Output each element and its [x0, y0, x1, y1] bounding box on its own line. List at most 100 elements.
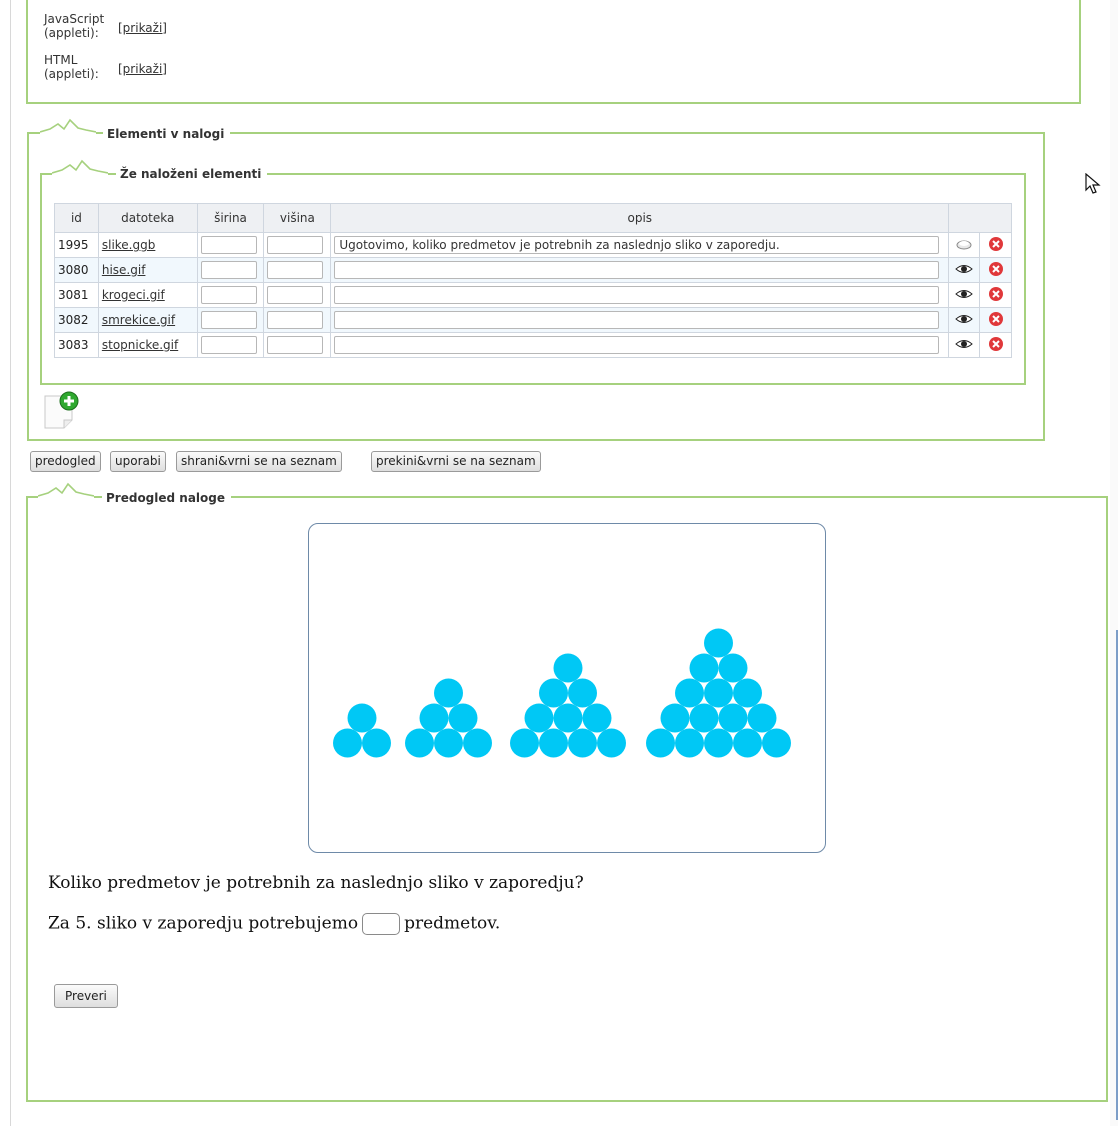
show-js-applets-link[interactable]: [prikaži] — [118, 21, 167, 35]
delete-icon[interactable] — [988, 286, 1004, 302]
visibility-cell — [948, 307, 981, 333]
row-width-cell — [196, 232, 265, 258]
eye-icon[interactable] — [955, 338, 973, 350]
pattern-circle — [704, 678, 733, 708]
row-file: krogeci.gif — [97, 282, 198, 308]
preview-legend: Predogled naloge — [102, 491, 232, 505]
delete-cell — [979, 332, 1012, 358]
show-html-applets-link[interactable]: [prikaži] — [118, 62, 167, 76]
preview-button[interactable]: predogled — [30, 451, 101, 472]
col-id: id — [54, 203, 99, 233]
row-desc-cell — [330, 257, 950, 283]
width-input[interactable] — [200, 236, 257, 254]
row-id: 3080 — [54, 257, 99, 283]
answer-input[interactable] — [362, 913, 401, 935]
file-link[interactable]: smrekice.gif — [102, 313, 175, 327]
delete-icon[interactable] — [988, 261, 1004, 277]
description-input[interactable] — [334, 311, 940, 329]
pattern-circle — [419, 703, 449, 733]
pattern-circle — [362, 728, 391, 758]
delete-cell — [979, 232, 1012, 258]
pattern-circle — [733, 728, 762, 758]
visibility-cell — [948, 257, 981, 283]
pattern-circle — [704, 628, 733, 658]
height-input[interactable] — [267, 311, 324, 329]
visibility-cell — [948, 332, 981, 358]
col-desc: opis — [330, 203, 950, 233]
description-input[interactable] — [334, 236, 940, 254]
js-applets-label: JavaScript (appleti): — [44, 12, 104, 40]
file-link[interactable]: slike.ggb — [102, 238, 156, 252]
apply-button[interactable]: uporabi — [110, 451, 166, 472]
table-row: 1995 slike.ggb — [54, 232, 1012, 258]
pattern-circle — [747, 703, 777, 733]
visibility-cell — [948, 282, 981, 308]
eye-icon[interactable] — [955, 313, 973, 325]
height-input[interactable] — [267, 336, 324, 354]
table-row: 3080 hise.gif — [54, 257, 1012, 283]
height-input[interactable] — [267, 286, 324, 304]
page-left-border — [0, 0, 11, 1126]
leaf-ornament-icon — [40, 118, 96, 137]
toggle-off-icon[interactable] — [955, 238, 973, 250]
delete-icon[interactable] — [988, 236, 1004, 252]
height-input[interactable] — [267, 261, 324, 279]
pattern-circle — [718, 653, 748, 683]
col-height: višina — [263, 203, 332, 233]
delete-cell — [979, 257, 1012, 283]
row-height-cell — [263, 232, 332, 258]
applets-fieldset — [26, 0, 1081, 104]
scrollbar-strip[interactable] — [1110, 0, 1118, 1126]
pattern-circle — [718, 703, 748, 733]
row-file: slike.ggb — [97, 232, 198, 258]
table-row: 3082 smrekice.gif — [54, 307, 1012, 333]
file-link[interactable]: krogeci.gif — [102, 288, 165, 302]
width-input[interactable] — [200, 286, 257, 304]
pattern-circle — [689, 703, 719, 733]
delete-icon[interactable] — [988, 336, 1004, 352]
pattern-circle — [333, 728, 362, 758]
pattern-circle — [675, 728, 704, 758]
loaded-elements-legend: Že naloženi elementi — [116, 167, 268, 181]
row-height-cell — [263, 332, 332, 358]
answer-suffix: predmetov. — [404, 913, 501, 934]
cancel-and-return-button[interactable]: prekini&vrni se na seznam — [371, 451, 541, 472]
file-link[interactable]: stopnicke.gif — [102, 338, 178, 352]
width-input[interactable] — [200, 311, 257, 329]
pattern-circle — [553, 703, 583, 733]
height-input[interactable] — [267, 236, 324, 254]
pattern-circle — [704, 728, 733, 758]
row-file: smrekice.gif — [97, 307, 198, 333]
delete-icon[interactable] — [988, 311, 1004, 327]
pattern-circle — [553, 653, 583, 683]
description-input[interactable] — [334, 261, 940, 279]
triangle-pattern-figure — [333, 628, 791, 758]
row-width-cell — [196, 282, 265, 308]
answer-prefix: Za 5. sliko v zaporedju potrebujemo — [48, 913, 359, 934]
task-answer-line: Za 5. sliko v zaporedju potrebujemo predm… — [48, 913, 500, 935]
save-and-return-button[interactable]: shrani&vrni se na seznam — [176, 451, 342, 472]
applet-preview[interactable] — [308, 523, 826, 853]
pattern-circle — [405, 728, 434, 758]
description-input[interactable] — [334, 336, 940, 354]
eye-icon[interactable] — [955, 263, 973, 275]
js-label-line2: (appleti): — [44, 26, 99, 40]
eye-icon[interactable] — [955, 288, 973, 300]
pattern-circle — [597, 728, 626, 758]
pattern-circle — [434, 728, 463, 758]
col-actions — [948, 203, 1012, 233]
row-id: 1995 — [54, 232, 99, 258]
row-width-cell — [196, 332, 265, 358]
check-button[interactable]: Preveri — [54, 984, 118, 1008]
file-link[interactable]: hise.gif — [102, 263, 146, 277]
description-input[interactable] — [334, 286, 940, 304]
width-input[interactable] — [200, 336, 257, 354]
table-row: 3081 krogeci.gif — [54, 282, 1012, 308]
width-input[interactable] — [200, 261, 257, 279]
col-width: širina — [196, 203, 265, 233]
pattern-circle — [434, 678, 463, 708]
add-file-icon[interactable] — [42, 390, 82, 432]
row-width-cell — [196, 307, 265, 333]
delete-cell — [979, 282, 1012, 308]
row-width-cell — [196, 257, 265, 283]
